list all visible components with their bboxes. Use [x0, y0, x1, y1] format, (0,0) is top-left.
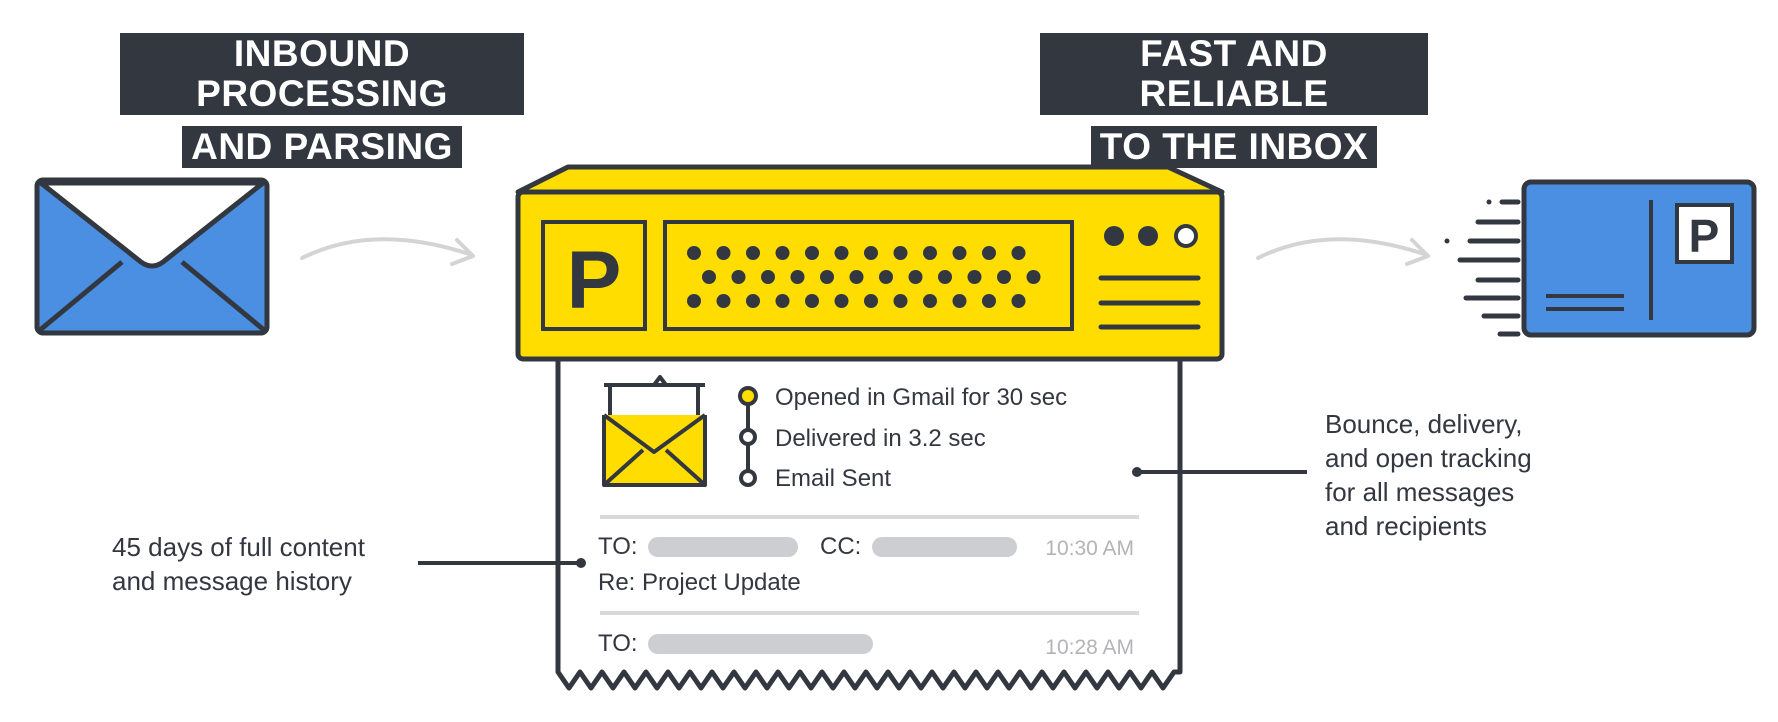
vent-dot — [1011, 294, 1026, 308]
row2-time: 10:28 AM — [1045, 636, 1134, 659]
vent-dot — [938, 270, 952, 284]
timeline-dot-sent — [739, 469, 757, 487]
vent-dot — [1011, 246, 1026, 260]
vent-dot — [746, 246, 760, 260]
vent-dot — [746, 294, 760, 308]
vent-dot — [834, 246, 849, 260]
illustration: P Opened in Gmail for 30 sec Delivered i… — [34, 164, 1757, 691]
open-envelope-icon — [602, 375, 707, 487]
vent-dot — [761, 270, 775, 284]
callout-right-line1: Bounce, delivery, — [1325, 409, 1523, 439]
vent-dot — [805, 246, 819, 260]
status-light-3 — [1174, 224, 1198, 248]
inbound-envelope-icon — [34, 177, 270, 336]
vent-dot — [982, 246, 996, 260]
row1-to-placeholder — [648, 537, 798, 557]
vent-dot — [731, 270, 746, 284]
row1-to-label: TO: — [598, 533, 638, 560]
postcard-icon: P — [1521, 179, 1757, 338]
speed-lines-icon — [1444, 199, 1521, 337]
callout-right-line4: and recipients — [1325, 511, 1487, 541]
vent-dot — [893, 246, 908, 260]
vent-dot — [805, 294, 819, 308]
vent-dot — [775, 246, 790, 260]
vent-dot — [702, 270, 716, 284]
callout-left-line2: and message history — [112, 566, 352, 596]
server-logo-letter: P — [567, 235, 622, 326]
vent-dot — [952, 294, 967, 308]
row2-to-label: TO: — [598, 630, 638, 657]
vent-dot — [864, 294, 878, 308]
vent-dot — [849, 270, 864, 284]
vent-dot — [967, 270, 982, 284]
postcard-stamp-letter: P — [1689, 210, 1720, 262]
vent-dot — [687, 294, 701, 308]
timeline-dot-delivered — [739, 428, 757, 446]
vent-dot — [775, 294, 790, 308]
vent-dot — [982, 294, 996, 308]
callout-right-text: Bounce, delivery, and open tracking for … — [1325, 407, 1532, 543]
row1-time: 10:30 AM — [1045, 537, 1134, 560]
callout-right-line3: for all messages — [1325, 477, 1515, 507]
vent-dot — [716, 246, 731, 260]
row2-to-placeholder — [648, 634, 873, 654]
row1-subject: Re: Project Update — [598, 569, 801, 596]
vent-dot — [879, 270, 893, 284]
vent-dot — [893, 294, 908, 308]
tracking-step-opened: Opened in Gmail for 30 sec — [775, 384, 1067, 411]
timeline-dot-opened — [738, 386, 758, 406]
tracking-step-sent: Email Sent — [775, 465, 891, 492]
vent-dot — [820, 270, 834, 284]
row1-cc-label: CC: — [820, 533, 861, 560]
vent-dot — [952, 246, 967, 260]
vent-dot — [908, 270, 923, 284]
vent-dot — [923, 294, 937, 308]
arrow-inbound-icon — [300, 237, 475, 266]
vent-dot — [834, 294, 849, 308]
arrow-outbound-icon — [1256, 237, 1430, 266]
vent-dot — [864, 246, 878, 260]
callout-right-line2: and open tracking — [1325, 443, 1532, 473]
vent-dot — [716, 294, 731, 308]
vent-dot — [923, 246, 937, 260]
vent-dot — [790, 270, 805, 284]
row1-cc-placeholder — [872, 537, 1017, 557]
vent-dot — [1026, 270, 1041, 284]
status-light-1 — [1104, 226, 1124, 246]
callout-left-line1: 45 days of full content — [112, 532, 365, 562]
server-box: P — [515, 164, 1225, 362]
vent-dot — [997, 270, 1011, 284]
tracking-step-delivered: Delivered in 3.2 sec — [775, 425, 986, 452]
status-light-2 — [1138, 226, 1158, 246]
callout-left-text: 45 days of full content and message hist… — [112, 530, 365, 598]
vent-dot — [687, 246, 701, 260]
